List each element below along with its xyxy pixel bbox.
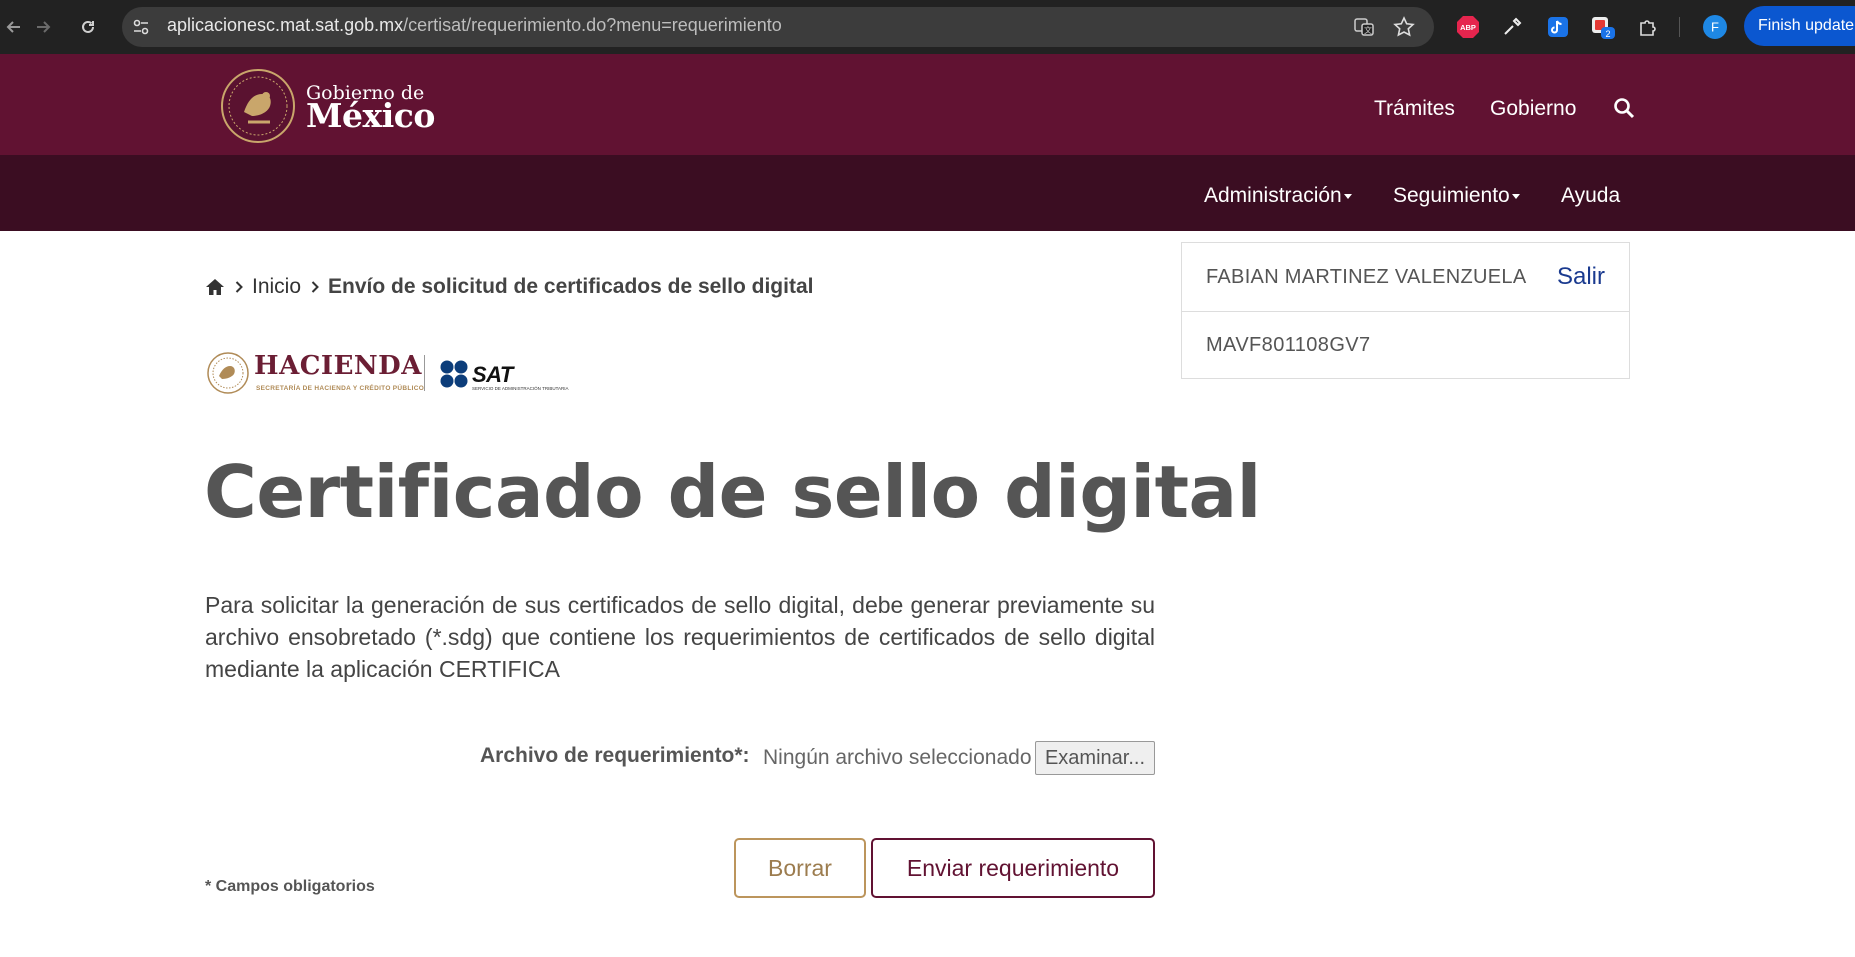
menu-administracion[interactable]: Administración xyxy=(1204,184,1352,208)
gov-logo-main-text: México xyxy=(306,96,435,135)
send-request-button[interactable]: Enviar requerimiento xyxy=(871,838,1155,898)
hacienda-sat-logos: HACIENDA SECRETARÍA DE HACIENDA Y CRÉDIT… xyxy=(206,351,580,396)
home-icon[interactable] xyxy=(205,278,225,296)
required-fields-note: * Campos obligatorios xyxy=(205,878,375,895)
svg-text:文: 文 xyxy=(1364,25,1372,35)
profile-avatar[interactable]: F xyxy=(1702,14,1728,40)
menu-seguimiento-label: Seguimiento xyxy=(1393,184,1510,207)
hacienda-subtitle: SECRETARÍA DE HACIENDA Y CRÉDITO PÚBLICO xyxy=(256,385,425,392)
logo-divider xyxy=(424,355,425,391)
menu-ayuda[interactable]: Ayuda xyxy=(1561,184,1620,208)
logout-link[interactable]: Salir xyxy=(1557,263,1605,291)
svg-text:ABP: ABP xyxy=(1460,23,1476,32)
url-domain: aplicacionesc.mat.sat.gob.mx xyxy=(167,15,404,35)
chevron-right-icon xyxy=(311,277,319,298)
mexico-coat-of-arms-icon[interactable] xyxy=(218,66,298,146)
user-row: FABIAN MARTINEZ VALENZUELA Salir xyxy=(1182,243,1629,312)
user-rfc: MAVF801108GV7 xyxy=(1206,334,1371,356)
extensions-puzzle-icon[interactable] xyxy=(1635,14,1661,40)
menu-seguimiento[interactable]: Seguimiento xyxy=(1393,184,1520,208)
chevron-right-icon xyxy=(235,277,243,298)
adblock-plus-icon[interactable]: ABP xyxy=(1455,14,1481,40)
menu-administracion-label: Administración xyxy=(1204,184,1342,207)
breadcrumb: Inicio Envío de solicitud de certificado… xyxy=(205,274,813,300)
user-panel: FABIAN MARTINEZ VALENZUELA Salir MAVF801… xyxy=(1181,242,1630,379)
sat-subtitle: SERVICIO DE ADMINISTRACIÓN TRIBUTARIA xyxy=(472,386,569,391)
calendar-extension-icon[interactable]: 2 xyxy=(1590,14,1616,40)
finish-update-button[interactable]: Finish update xyxy=(1744,6,1855,46)
nav-link-tramites[interactable]: Trámites xyxy=(1374,97,1455,121)
caret-down-icon xyxy=(1511,193,1520,199)
back-icon[interactable] xyxy=(0,13,28,41)
page-title: Certificado de sello digital xyxy=(204,450,1261,534)
breadcrumb-current: Envío de solicitud de certificados de se… xyxy=(328,275,814,298)
url-path: /certisat/requerimiento.do?menu=requerim… xyxy=(403,15,782,35)
file-input-status[interactable]: Ningún archivo seleccionado xyxy=(763,746,1032,770)
breadcrumb-home-link[interactable]: Inicio xyxy=(252,275,301,299)
search-icon[interactable] xyxy=(1612,96,1636,120)
clear-button[interactable]: Borrar xyxy=(734,838,866,898)
bookmark-star-icon[interactable] xyxy=(1391,14,1417,40)
tiktok-extension-icon[interactable] xyxy=(1545,14,1571,40)
svg-text:2: 2 xyxy=(1605,29,1610,39)
svg-text:F: F xyxy=(1711,20,1719,35)
user-name: FABIAN MARTINEZ VALENZUELA xyxy=(1206,266,1527,288)
caret-down-icon xyxy=(1343,193,1352,199)
reload-icon[interactable] xyxy=(74,13,102,41)
eyedropper-icon[interactable] xyxy=(1499,14,1525,40)
page-description: Para solicitar la generación de sus cert… xyxy=(205,592,1155,682)
url-text[interactable]: aplicacionesc.mat.sat.gob.mx/certisat/re… xyxy=(167,15,782,36)
hacienda-seal-icon xyxy=(207,352,249,394)
site-info-icon[interactable] xyxy=(128,14,154,40)
translate-icon[interactable]: 文 xyxy=(1351,14,1377,40)
sat-wordmark: SAT xyxy=(472,362,513,387)
sat-logo-icon xyxy=(440,360,468,388)
hacienda-wordmark: HACIENDA xyxy=(254,351,422,381)
browse-file-button[interactable]: Examinar... xyxy=(1035,741,1155,775)
nav-link-gobierno[interactable]: Gobierno xyxy=(1490,97,1576,121)
toolbar-divider xyxy=(1679,17,1680,37)
forward-icon[interactable] xyxy=(29,13,57,41)
file-field-label: Archivo de requerimiento*: xyxy=(480,744,750,767)
